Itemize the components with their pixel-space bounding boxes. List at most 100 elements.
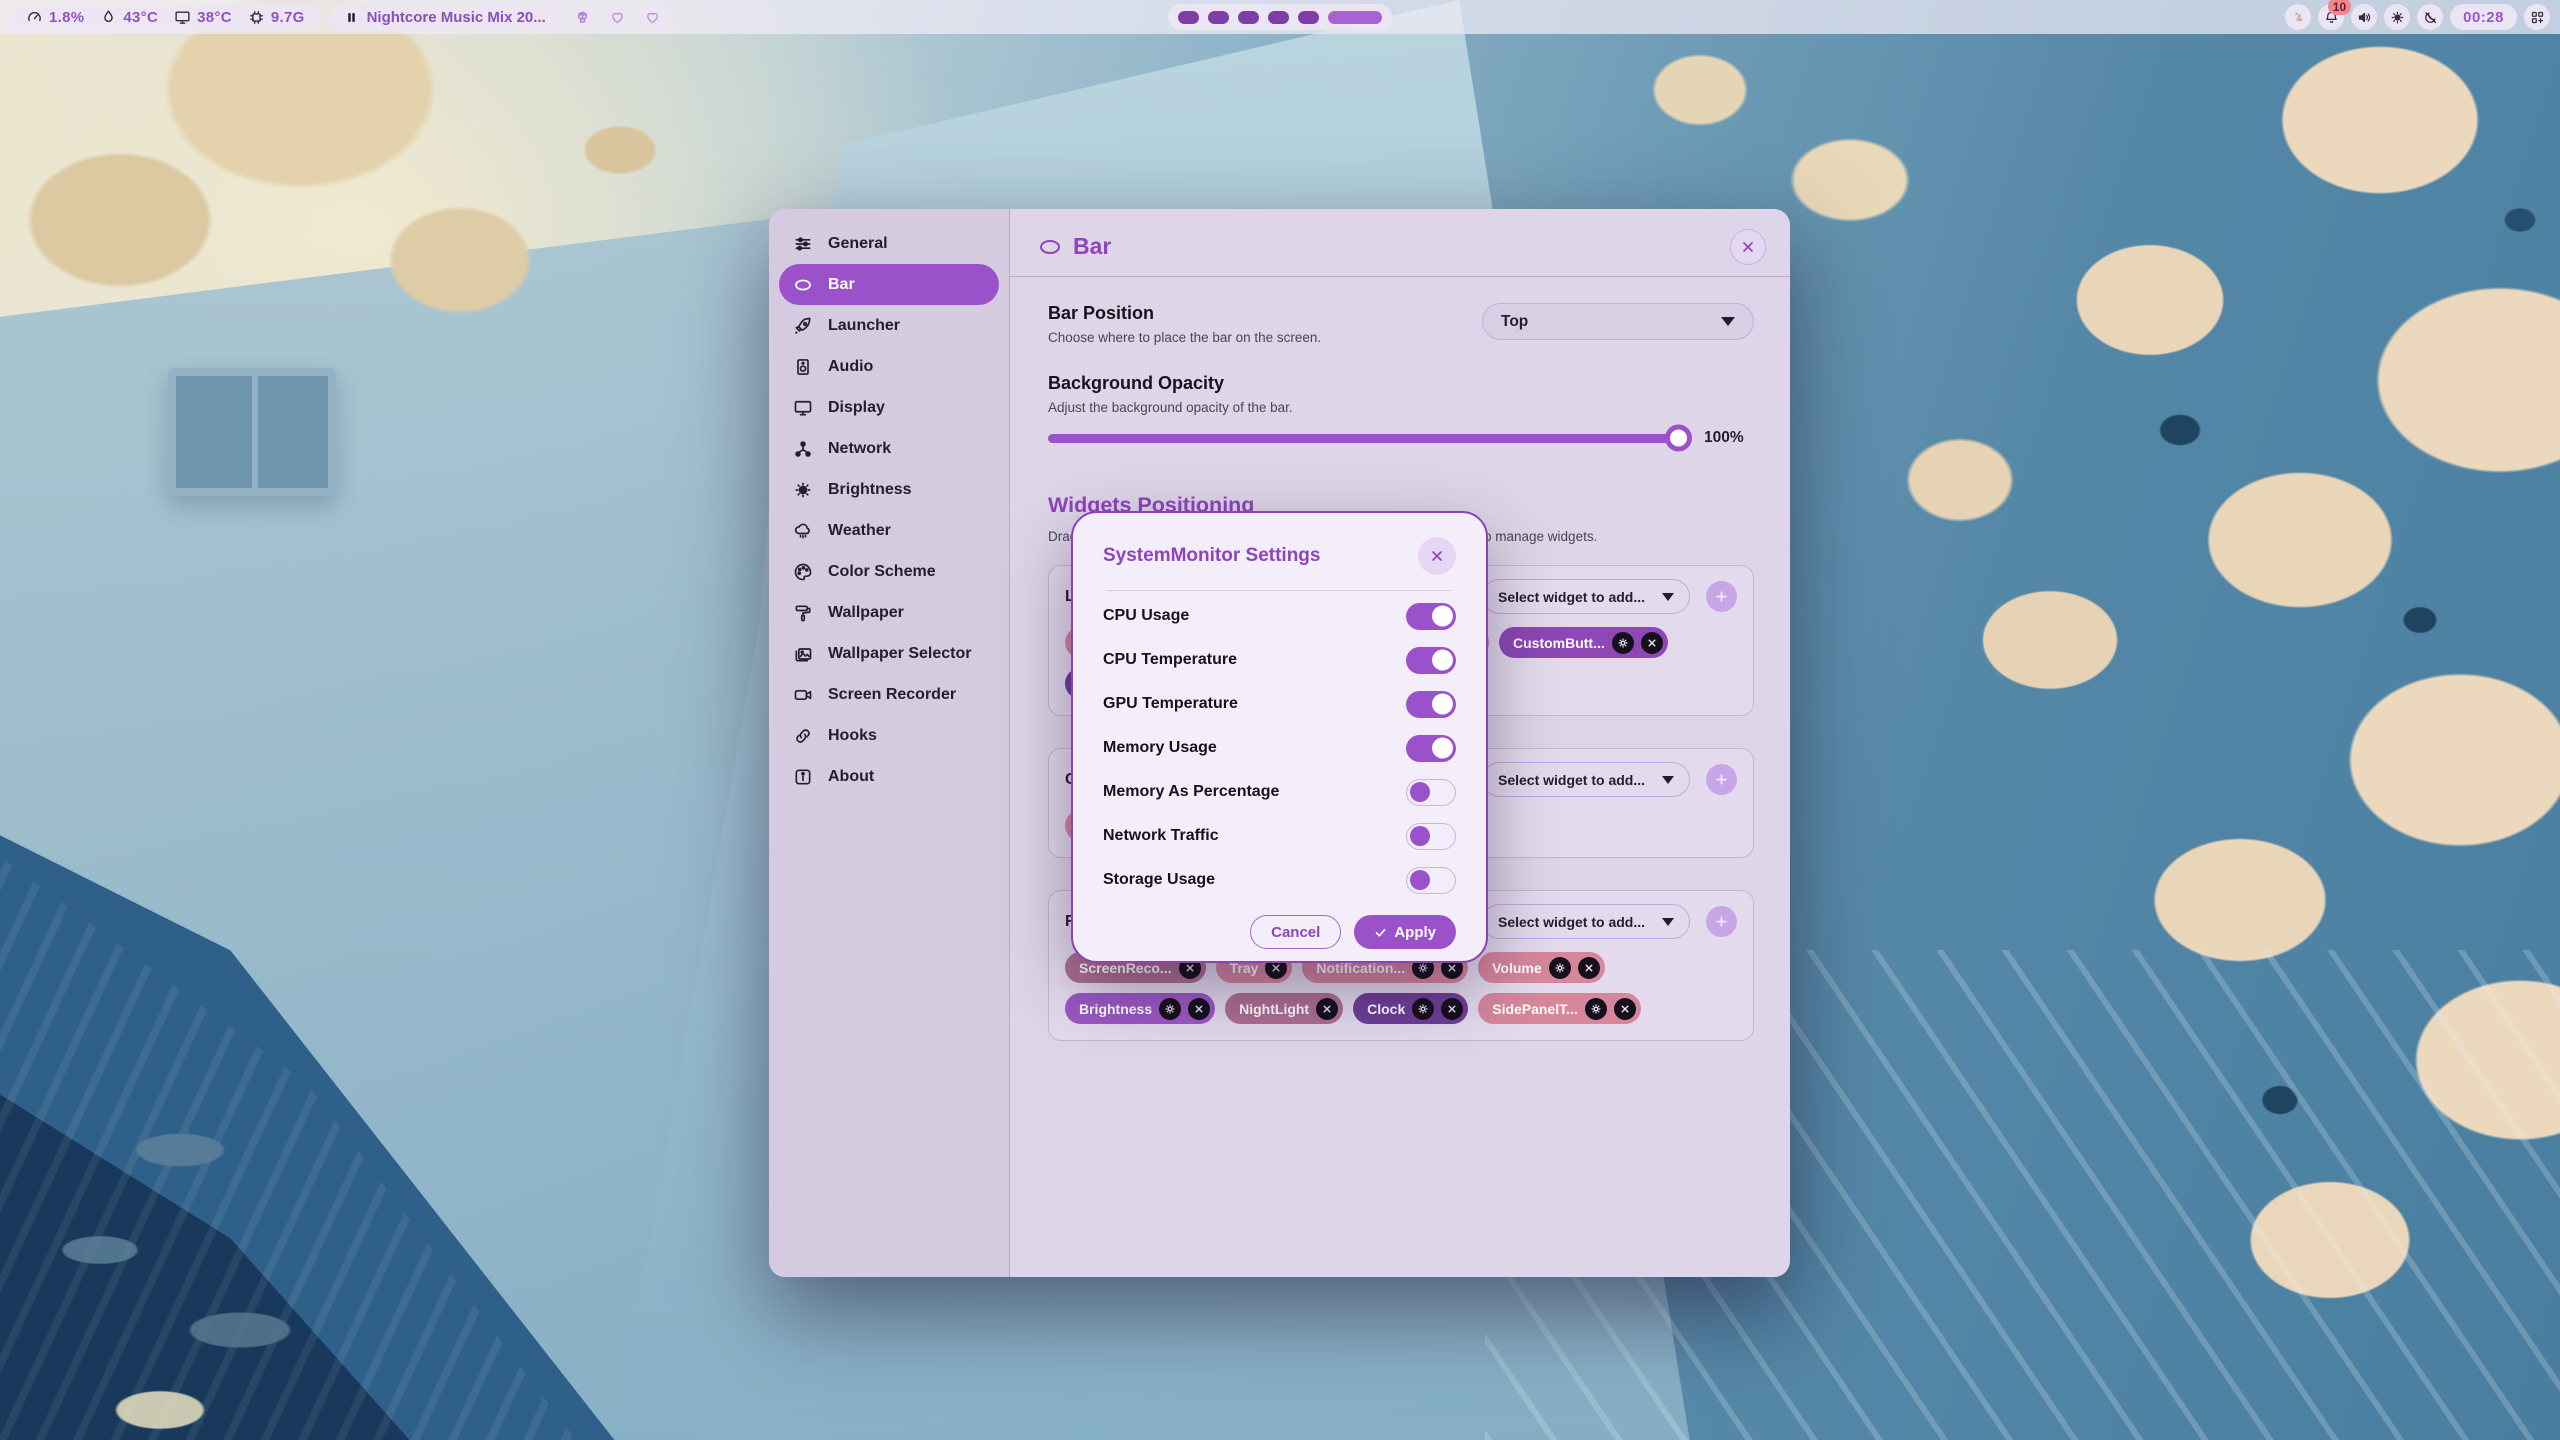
media-player-widget[interactable]: Nightcore Music Mix 20... bbox=[330, 4, 561, 30]
chip-settings-button[interactable] bbox=[1585, 998, 1607, 1020]
chip-settings-button[interactable] bbox=[1549, 957, 1571, 979]
apply-button[interactable]: Apply bbox=[1354, 915, 1456, 949]
sidebar-label: Wallpaper Selector bbox=[828, 645, 971, 663]
check-icon bbox=[1374, 926, 1387, 939]
toggle-switch[interactable] bbox=[1406, 647, 1456, 674]
pause-icon bbox=[345, 11, 358, 24]
clock-widget[interactable]: 00:28 bbox=[2450, 4, 2517, 30]
sidebar-item-display[interactable]: Display bbox=[769, 387, 1009, 428]
paint-roller-icon bbox=[793, 603, 813, 623]
opacity-slider[interactable] bbox=[1048, 434, 1688, 443]
tray-app-button[interactable] bbox=[2285, 4, 2311, 30]
sidebar-item-hooks[interactable]: Hooks bbox=[769, 715, 1009, 756]
night-light-button[interactable] bbox=[2417, 4, 2443, 30]
workspace-dot-active[interactable] bbox=[1328, 11, 1382, 24]
zone-center-add-button[interactable] bbox=[1706, 764, 1737, 795]
moon-off-icon bbox=[2423, 10, 2438, 25]
chip-remove-button[interactable] bbox=[1316, 998, 1338, 1020]
systemmonitor-settings-modal: SystemMonitor Settings CPU Usage CPU Tem… bbox=[1071, 511, 1488, 963]
zone-right-add-dropdown[interactable]: Select widget to add... bbox=[1482, 904, 1690, 939]
workspace-dot-2[interactable] bbox=[1208, 11, 1229, 24]
chip-settings-button[interactable] bbox=[1412, 998, 1434, 1020]
brightness-button[interactable] bbox=[2384, 4, 2410, 30]
workspace-dot-5[interactable] bbox=[1298, 11, 1319, 24]
workspace-dot-1[interactable] bbox=[1178, 11, 1199, 24]
heart-button-2[interactable] bbox=[640, 4, 666, 30]
speaker-icon bbox=[2357, 10, 2372, 25]
zone-left-add-dropdown[interactable]: Select widget to add... bbox=[1482, 579, 1690, 614]
widget-chip-nightlight[interactable]: NightLight bbox=[1225, 993, 1343, 1024]
workspace-dot-4[interactable] bbox=[1268, 11, 1289, 24]
gear-icon bbox=[1554, 962, 1566, 974]
heart-button[interactable] bbox=[605, 4, 631, 30]
volume-button[interactable] bbox=[2351, 4, 2377, 30]
gpu-temp-value: 38°C bbox=[197, 9, 232, 26]
bar-position-dropdown[interactable]: Top bbox=[1482, 303, 1754, 340]
chip-settings-button[interactable] bbox=[1159, 998, 1181, 1020]
sidebar-item-general[interactable]: General bbox=[769, 223, 1009, 264]
chevron-down-icon bbox=[1721, 317, 1735, 326]
chip-settings-button[interactable] bbox=[1612, 632, 1634, 654]
widget-chip-sidepanel[interactable]: SidePanelT... bbox=[1478, 993, 1641, 1024]
modal-divider bbox=[1107, 590, 1452, 591]
close-icon bbox=[1429, 548, 1445, 564]
close-icon bbox=[1446, 962, 1458, 974]
sidebar-item-launcher[interactable]: Launcher bbox=[769, 305, 1009, 346]
sidebar-item-network[interactable]: Network bbox=[769, 428, 1009, 469]
widget-chip-brightness[interactable]: Brightness bbox=[1065, 993, 1215, 1024]
chip-remove-button[interactable] bbox=[1641, 632, 1663, 654]
toggle-row-cpu-temperature: CPU Temperature bbox=[1103, 638, 1456, 682]
gear-icon bbox=[1164, 1003, 1176, 1015]
sun-icon bbox=[2390, 10, 2405, 25]
modal-close-button[interactable] bbox=[1418, 537, 1456, 575]
sidebar-item-bar[interactable]: Bar bbox=[779, 264, 999, 305]
close-icon bbox=[1446, 1003, 1458, 1015]
chip-remove-button[interactable] bbox=[1614, 998, 1636, 1020]
zone-right-add-button[interactable] bbox=[1706, 906, 1737, 937]
sidebar-item-wallpaper[interactable]: Wallpaper bbox=[769, 592, 1009, 633]
chip-remove-button[interactable] bbox=[1188, 998, 1210, 1020]
sidebar-item-wallpaper-selector[interactable]: Wallpaper Selector bbox=[769, 633, 1009, 674]
video-camera-icon bbox=[793, 685, 813, 705]
zone-center-add-dropdown[interactable]: Select widget to add... bbox=[1482, 762, 1690, 797]
chip-remove-button[interactable] bbox=[1441, 998, 1463, 1020]
workspace-dot-3[interactable] bbox=[1238, 11, 1259, 24]
widget-chip-volume[interactable]: Volume bbox=[1478, 952, 1605, 983]
zone-left-add-button[interactable] bbox=[1706, 581, 1737, 612]
widget-chip-custombutton[interactable]: CustomButt... bbox=[1499, 627, 1668, 658]
chevron-down-icon bbox=[1662, 918, 1674, 926]
top-bar: 1.8% 43°C 38°C 9.7G Nightcore Music Mix … bbox=[0, 0, 2560, 34]
close-icon bbox=[1619, 1003, 1631, 1015]
sidebar-item-about[interactable]: About bbox=[769, 756, 1009, 797]
window-close-button[interactable] bbox=[1730, 229, 1766, 265]
plus-icon bbox=[1714, 914, 1729, 929]
link-icon bbox=[793, 726, 813, 746]
clock-time: 00:28 bbox=[2463, 9, 2504, 26]
sidebar-item-color-scheme[interactable]: Color Scheme bbox=[769, 551, 1009, 592]
opacity-slider-thumb[interactable] bbox=[1665, 425, 1692, 452]
notifications-button[interactable]: 10 bbox=[2318, 4, 2344, 30]
chip-remove-button[interactable] bbox=[1578, 957, 1600, 979]
toggle-switch[interactable] bbox=[1406, 779, 1456, 806]
sidebar-item-weather[interactable]: Weather bbox=[769, 510, 1009, 551]
toggle-row-cpu-usage: CPU Usage bbox=[1103, 594, 1456, 638]
toggle-switch[interactable] bbox=[1406, 603, 1456, 630]
toggle-switch[interactable] bbox=[1406, 867, 1456, 894]
workspace-pill bbox=[1168, 4, 1392, 30]
sidebar-item-brightness[interactable]: Brightness bbox=[769, 469, 1009, 510]
toggle-switch[interactable] bbox=[1406, 735, 1456, 762]
toggle-switch[interactable] bbox=[1406, 691, 1456, 718]
chevron-down-icon bbox=[1662, 593, 1674, 601]
toggle-switch[interactable] bbox=[1406, 823, 1456, 850]
cancel-button[interactable]: Cancel bbox=[1250, 915, 1341, 949]
add-widget-placeholder: Select widget to add... bbox=[1498, 772, 1645, 788]
sidebar-item-audio[interactable]: Audio bbox=[769, 346, 1009, 387]
sidebar-item-screen-recorder[interactable]: Screen Recorder bbox=[769, 674, 1009, 715]
widget-chip-clock[interactable]: Clock bbox=[1353, 993, 1468, 1024]
opacity-value: 100% bbox=[1704, 429, 1744, 447]
skull-button[interactable] bbox=[570, 4, 596, 30]
gpu-temp-stat: 38°C bbox=[174, 9, 232, 26]
overview-button[interactable] bbox=[2524, 4, 2550, 30]
system-stats[interactable]: 1.8% 43°C 38°C 9.7G bbox=[10, 4, 321, 30]
skull-icon bbox=[575, 10, 590, 25]
